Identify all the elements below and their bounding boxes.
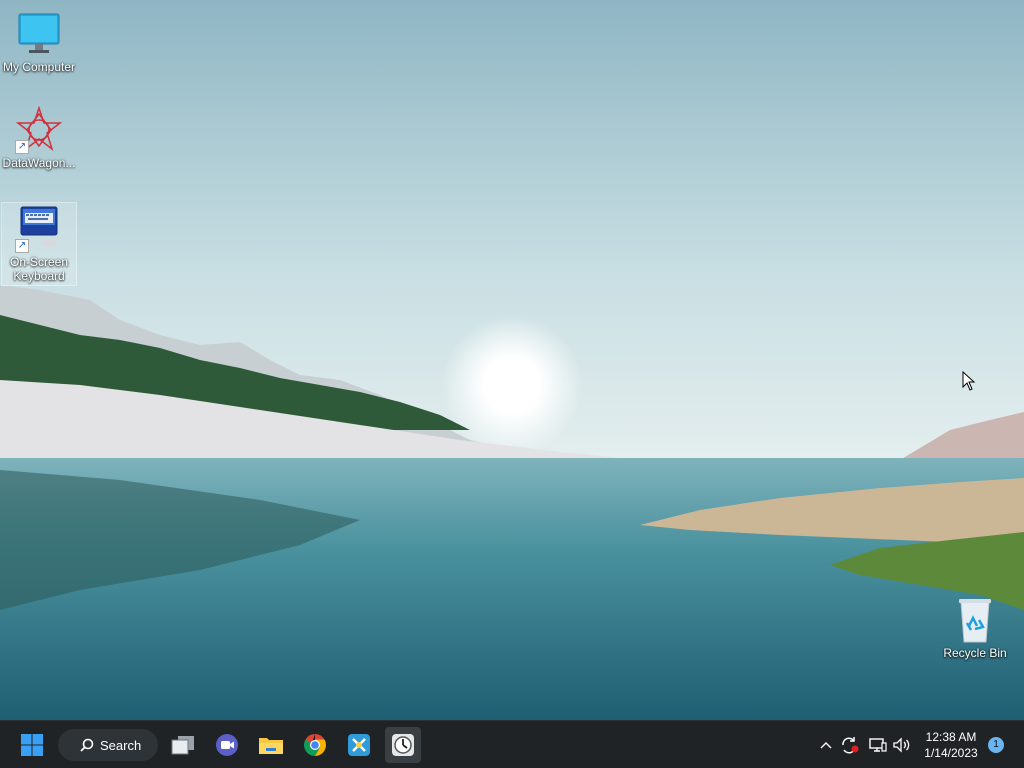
wolfram-star-icon: ↗	[15, 105, 63, 154]
search-icon	[80, 738, 94, 752]
search-label: Search	[100, 737, 142, 753]
start-icon	[21, 734, 43, 756]
start-button[interactable]	[14, 727, 50, 763]
taskbar: Search 12:38 AM 1/14/2023 1	[0, 720, 1024, 768]
desktop-icon-label: DataWagon...	[2, 156, 76, 170]
clock-date: 1/14/2023	[924, 746, 978, 760]
desktop-icon-recycle-bin[interactable]: Recycle Bin	[937, 596, 1013, 660]
clock-time: 12:38 AM	[925, 730, 977, 744]
tray-sync-button[interactable]	[838, 733, 862, 757]
tray-network-button[interactable]	[866, 733, 890, 757]
tool-app-icon	[348, 734, 370, 756]
clock-app-icon	[392, 734, 414, 756]
search-button[interactable]: Search	[58, 729, 158, 761]
keyboard-icon: ↗	[15, 205, 63, 253]
desktop[interactable]: My Computer ↗ DataWagon... ↗ On-Screen K…	[0, 0, 1024, 720]
chevron-up-icon	[820, 742, 832, 749]
wallpaper	[0, 0, 1024, 720]
task-view-icon	[171, 736, 194, 755]
desktop-icon-on-screen-keyboard[interactable]: ↗ On-Screen Keyboard	[1, 202, 77, 286]
shortcut-arrow-icon: ↗	[15, 140, 29, 154]
monitor-icon	[15, 10, 63, 58]
taskbar-clock[interactable]: 12:38 AM 1/14/2023	[916, 729, 986, 761]
desktop-icon-label: Recycle Bin	[943, 646, 1007, 660]
network-icon	[869, 738, 887, 752]
desktop-icon-my-computer[interactable]: My Computer	[1, 10, 77, 74]
taskbar-app-clock[interactable]	[385, 727, 421, 763]
taskbar-app-tool[interactable]	[341, 727, 377, 763]
desktop-icon-label: My Computer	[2, 60, 76, 74]
recycle-bin-icon	[951, 596, 999, 644]
tray-volume-button[interactable]	[890, 733, 914, 757]
mouse-cursor-icon	[962, 371, 976, 391]
taskbar-app-chrome[interactable]	[297, 727, 333, 763]
taskbar-app-file-explorer[interactable]	[253, 727, 289, 763]
file-explorer-icon	[259, 738, 283, 754]
notification-badge[interactable]: 1	[988, 737, 1004, 753]
shortcut-arrow-icon: ↗	[15, 239, 29, 253]
sync-icon	[842, 737, 859, 754]
meet-icon	[216, 734, 238, 756]
desktop-icon-label: On-Screen Keyboard	[9, 255, 69, 283]
show-hidden-icons-button[interactable]	[816, 733, 836, 757]
task-view-button[interactable]	[165, 727, 201, 763]
taskbar-app-meet[interactable]	[209, 727, 245, 763]
volume-icon	[893, 737, 910, 753]
desktop-icon-datawagon[interactable]: ↗ DataWagon...	[1, 105, 77, 170]
chrome-icon	[304, 734, 326, 756]
